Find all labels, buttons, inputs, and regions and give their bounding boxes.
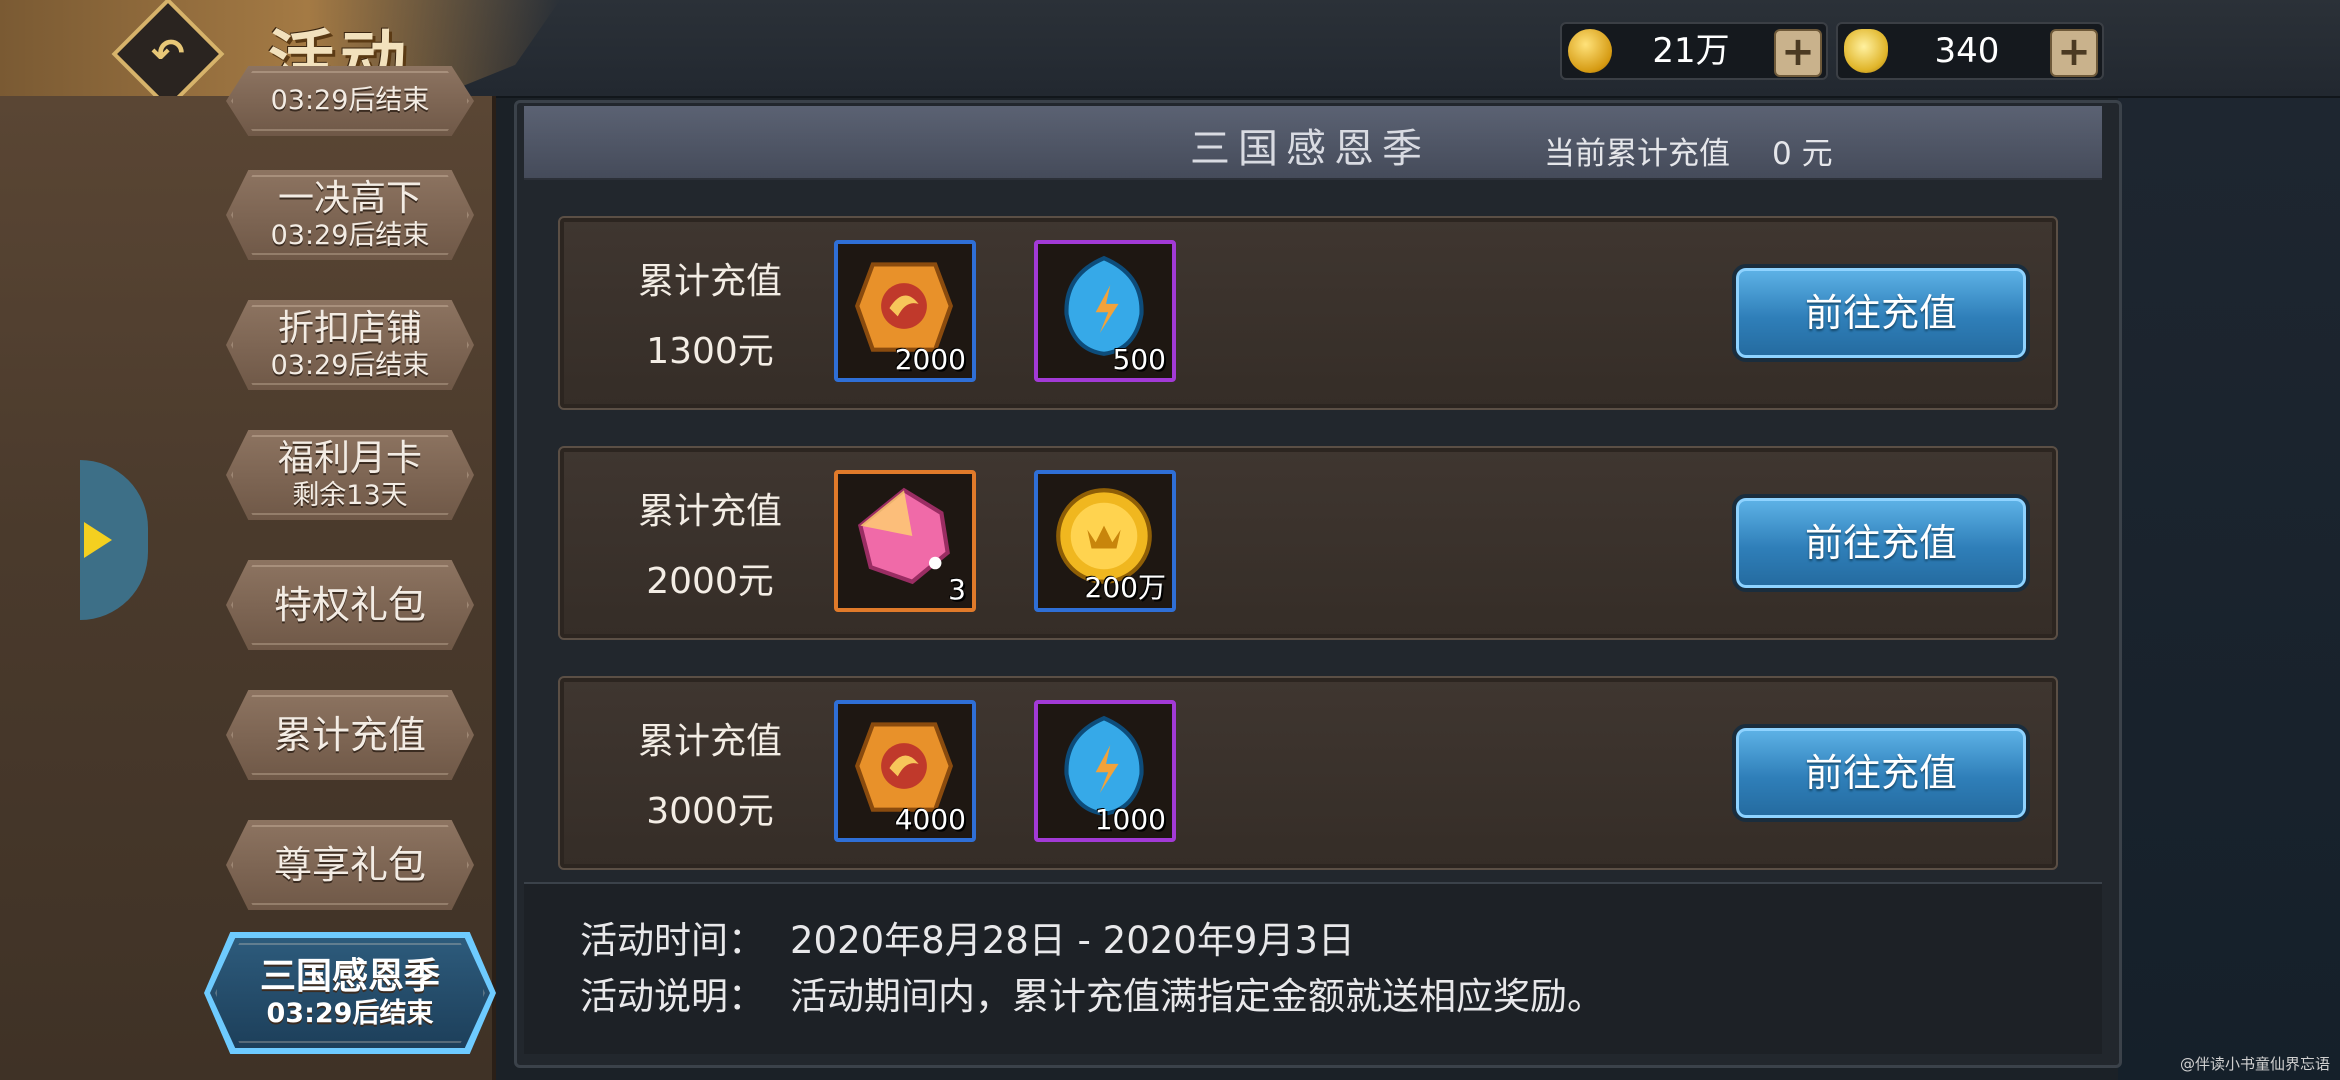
ingot-amount: 340 bbox=[1934, 31, 2000, 71]
sidebar-item-cumulative-recharge[interactable]: 累计充值 bbox=[226, 690, 474, 780]
sidebar-item-title: 一决高下 bbox=[277, 178, 422, 219]
sidebar-item-title: 尊享礼包 bbox=[273, 843, 426, 887]
event-desc-value: 活动期间内，累计充值满指定金额就送相应奖励。 bbox=[790, 975, 1604, 1018]
sidebar-item-subtitle: 03:29后结束 bbox=[266, 998, 434, 1029]
tier-amount: 2000元 bbox=[646, 561, 774, 602]
sidebar-item-title: 累计充值 bbox=[273, 713, 426, 757]
ingot-icon bbox=[1844, 29, 1888, 73]
panel-title: 三国感恩季 bbox=[1190, 126, 1430, 172]
reward-quantity: 500 bbox=[1112, 343, 1166, 376]
sidebar-item-title: 特权礼包 bbox=[273, 583, 426, 627]
reward-item[interactable]: 3 bbox=[834, 470, 976, 612]
tier-label: 累计充值 bbox=[637, 721, 782, 762]
sidebar-item-yijuegaoxia[interactable]: 一决高下 03:29后结束 bbox=[226, 170, 474, 260]
gold-amount: 21万 bbox=[1652, 31, 1730, 71]
sidebar-item-premium-pack[interactable]: 尊享礼包 bbox=[226, 820, 474, 910]
event-desc-label: 活动说明： bbox=[580, 975, 765, 1018]
tier-amount: 1300元 bbox=[646, 331, 774, 372]
sidebar-item-subtitle: 03:29后结束 bbox=[270, 85, 430, 116]
sidebar-item-title: 福利月卡 bbox=[277, 438, 422, 479]
pink-gem-icon bbox=[857, 487, 950, 585]
sidebar-item-subtitle: 03:29后结束 bbox=[270, 220, 430, 251]
current-recharge-label: 当前累计充值 bbox=[1544, 136, 1730, 172]
tier-label: 累计充值 bbox=[637, 261, 782, 302]
reward-quantity: 1000 bbox=[1094, 803, 1166, 836]
sidebar-item-partial[interactable]: 03:29后结束 bbox=[226, 66, 474, 136]
sidebar-item-subtitle: 03:29后结束 bbox=[270, 350, 430, 381]
event-time-label: 活动时间： bbox=[580, 919, 765, 962]
sidebar-item-subtitle: 剩余13天 bbox=[292, 480, 408, 511]
reward-item[interactable]: 200万 bbox=[1034, 470, 1176, 612]
reward-tier-card: 累计充值 2000元 3 200万 前往充值 bbox=[558, 446, 2058, 640]
reward-quantity: 2000 bbox=[894, 343, 966, 376]
watermark: @伴读小书童仙界忘语 bbox=[2179, 1055, 2330, 1073]
sidebar-item-title: 折扣店铺 bbox=[277, 308, 422, 349]
event-time-row: 活动时间： 2020年8月28日 - 2020年9月3日 bbox=[580, 910, 1355, 964]
reward-quantity: 4000 bbox=[894, 803, 966, 836]
sidebar-item-thanksgiving[interactable]: 三国感恩季 03:29后结束 bbox=[210, 938, 490, 1048]
reward-item[interactable]: 500 bbox=[1034, 240, 1176, 382]
ingot-currency-display: 340 + bbox=[1836, 22, 2104, 80]
back-arrow-icon: ↶ bbox=[151, 30, 185, 77]
tier-label: 累计充值 bbox=[637, 491, 782, 532]
sidebar-item-discount-shop[interactable]: 折扣店铺 03:29后结束 bbox=[226, 300, 474, 390]
sidebar-item-privilege-pack[interactable]: 特权礼包 bbox=[226, 560, 474, 650]
reward-tier-card: 累计充值 3000元 4000 1000 前往充值 bbox=[558, 676, 2058, 870]
event-desc-row: 活动说明： 活动期间内，累计充值满指定金额就送相应奖励。 bbox=[580, 966, 1604, 1020]
sidebar-item-monthly-card[interactable]: 福利月卡 剩余13天 bbox=[226, 430, 474, 520]
add-ingot-button[interactable]: + bbox=[2050, 29, 2098, 77]
current-recharge-value: 0 元 bbox=[1772, 136, 1833, 172]
event-time-value: 2020年8月28日 - 2020年9月3日 bbox=[790, 919, 1355, 962]
reward-item[interactable]: 4000 bbox=[834, 700, 976, 842]
gold-coin-icon bbox=[1568, 29, 1612, 73]
background-right bbox=[2118, 96, 2340, 1080]
play-arrow-icon bbox=[84, 522, 112, 558]
reward-quantity: 200万 bbox=[1084, 571, 1166, 604]
go-recharge-button[interactable]: 前往充值 bbox=[1732, 494, 2030, 592]
add-gold-button[interactable]: + bbox=[1774, 29, 1822, 77]
sidebar-item-title: 三国感恩季 bbox=[259, 956, 440, 997]
reward-item[interactable]: 2000 bbox=[834, 240, 976, 382]
tier-amount: 3000元 bbox=[646, 791, 774, 832]
reward-item[interactable]: 1000 bbox=[1034, 700, 1176, 842]
reward-tier-card: 累计充值 1300元 2000 500 前往充值 bbox=[558, 216, 2058, 410]
reward-quantity: 3 bbox=[948, 573, 966, 606]
go-recharge-button[interactable]: 前往充值 bbox=[1732, 264, 2030, 362]
gold-currency-display: 21万 + bbox=[1560, 22, 1828, 80]
go-recharge-button[interactable]: 前往充值 bbox=[1732, 724, 2030, 822]
